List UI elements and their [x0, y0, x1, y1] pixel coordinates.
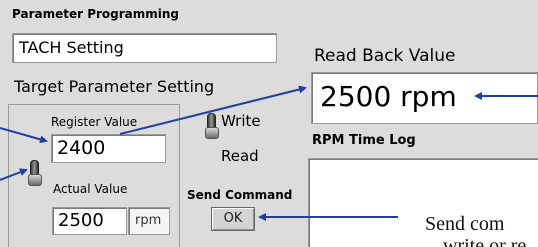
arrow-to-register-from-left: [0, 127, 48, 144]
parameter-panel: Parameter Programming TACH Setting Read …: [0, 0, 538, 247]
arrow-to-toggle-from-left: [0, 168, 28, 181]
arrow-register-to-readback: [119, 85, 307, 135]
annotation-arrows: [0, 85, 538, 221]
